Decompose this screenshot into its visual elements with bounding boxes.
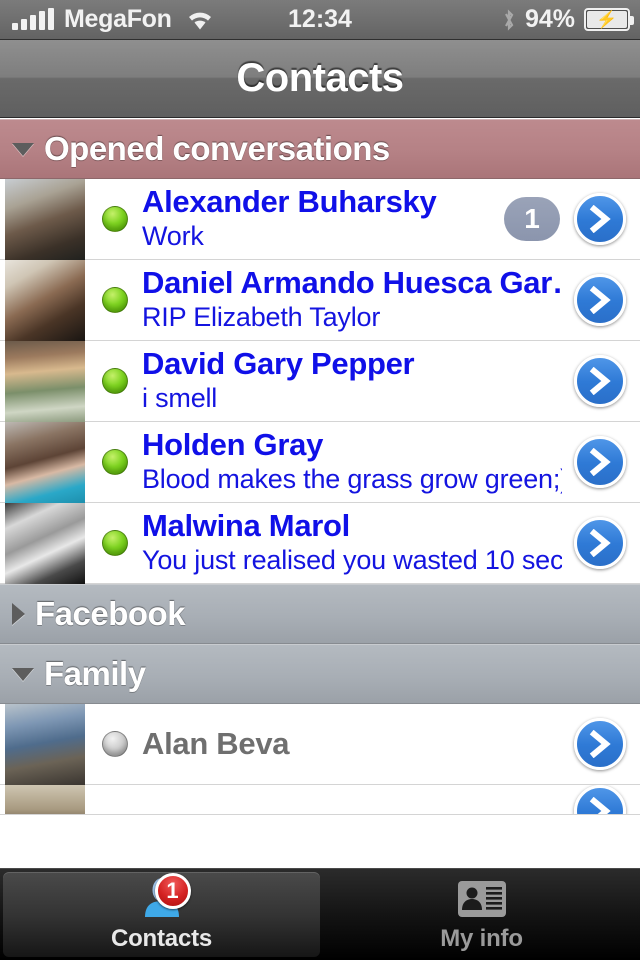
battery-charging-icon: ⚡ [584, 8, 634, 31]
contact-row-holden-gray[interactable]: Holden Gray Blood makes the grass grow g… [0, 421, 640, 503]
presence-indicator-online [102, 206, 128, 232]
chevron-right-icon[interactable] [574, 517, 626, 569]
contact-status: You just realised you wasted 10 sec… [142, 545, 562, 576]
chevron-right-icon[interactable] [574, 436, 626, 488]
clock-label: 12:34 [288, 5, 352, 33]
triangle-down-icon [12, 142, 34, 156]
contact-row-david-gary-pepper[interactable]: David Gary Pepper i smell [0, 340, 640, 422]
avatar [5, 502, 85, 584]
chevron-right-icon[interactable] [574, 718, 626, 770]
presence-indicator-online [102, 368, 128, 394]
tab-badge-count: 1 [154, 872, 191, 909]
section-header-facebook[interactable]: Facebook [0, 584, 640, 644]
contact-texts: Alan Beva [142, 727, 568, 762]
avatar [5, 340, 85, 422]
avatar [5, 178, 85, 260]
chevron-right-icon[interactable] [574, 785, 626, 814]
section-title: Family [44, 655, 146, 692]
contacts-app-screen: MegaFon 12:34 94% ⚡ Contacts Opened conv… [0, 0, 640, 960]
avatar [5, 421, 85, 503]
unread-badge: 1 [504, 197, 560, 241]
chevron-right-icon[interactable] [574, 274, 626, 326]
page-title: Contacts [236, 56, 404, 100]
avatar [5, 259, 85, 341]
contact-name: Holden Gray [142, 427, 324, 462]
tab-my-info[interactable]: My info [323, 869, 640, 960]
status-bar: MegaFon 12:34 94% ⚡ [0, 0, 640, 40]
presence-indicator-online [102, 530, 128, 556]
tab-label: Contacts [110, 924, 213, 952]
tab-bar: 1 Contacts My info [0, 868, 640, 960]
contact-status: RIP Elizabeth Taylor [142, 302, 381, 333]
contacts-list[interactable]: Opened conversations Alexander Buharsky … [0, 119, 640, 868]
contact-row-daniel-armando-huesca[interactable]: Daniel Armando Huesca Gar… RIP Elizabeth… [0, 259, 640, 341]
vcard-icon [451, 877, 513, 921]
contact-row-alexander-buharsky[interactable]: Alexander Buharsky Work 1 [0, 178, 640, 260]
contact-texts: Daniel Armando Huesca Gar… RIP Elizabeth… [142, 266, 568, 335]
contact-status: Work [142, 221, 204, 252]
presence-indicator-online [102, 287, 128, 313]
chevron-right-icon[interactable] [574, 193, 626, 245]
contact-status: Blood makes the grass grow green;). [142, 464, 562, 495]
section-header-opened-conversations[interactable]: Opened conversations [0, 119, 640, 179]
contact-texts: David Gary Pepper i smell [142, 347, 568, 416]
contact-row-alan-beva[interactable]: Alan Beva [0, 703, 640, 785]
section-header-family[interactable]: Family [0, 644, 640, 704]
avatar [5, 785, 85, 814]
presence-indicator-online [102, 449, 128, 475]
contact-row-partial[interactable] [0, 785, 640, 815]
tab-contacts[interactable]: 1 Contacts [3, 872, 320, 957]
contact-texts: Holden Gray Blood makes the grass grow g… [142, 428, 568, 497]
section-title: Opened conversations [44, 130, 390, 167]
contact-name: Alan Beva [142, 726, 290, 761]
contact-name: David Gary Pepper [142, 346, 415, 381]
section-title: Facebook [35, 595, 186, 632]
contact-status: i smell [142, 383, 218, 414]
presence-indicator-offline [102, 731, 128, 757]
triangle-down-icon [12, 667, 34, 681]
contact-name: Alexander Buharsky [142, 184, 437, 219]
person-icon: 1 [131, 872, 193, 921]
contact-texts: Alexander Buharsky Work [142, 185, 504, 254]
contact-name: Malwina Marol [142, 508, 350, 543]
navigation-bar: Contacts [0, 40, 640, 118]
contact-texts: Malwina Marol You just realised you wast… [142, 509, 568, 578]
contact-name: Daniel Armando Huesca Gar… [142, 265, 562, 300]
triangle-right-icon [12, 603, 25, 625]
avatar [5, 703, 85, 785]
chevron-right-icon[interactable] [574, 355, 626, 407]
contact-row-malwina-marol[interactable]: Malwina Marol You just realised you wast… [0, 502, 640, 584]
tab-label: My info [440, 924, 523, 952]
